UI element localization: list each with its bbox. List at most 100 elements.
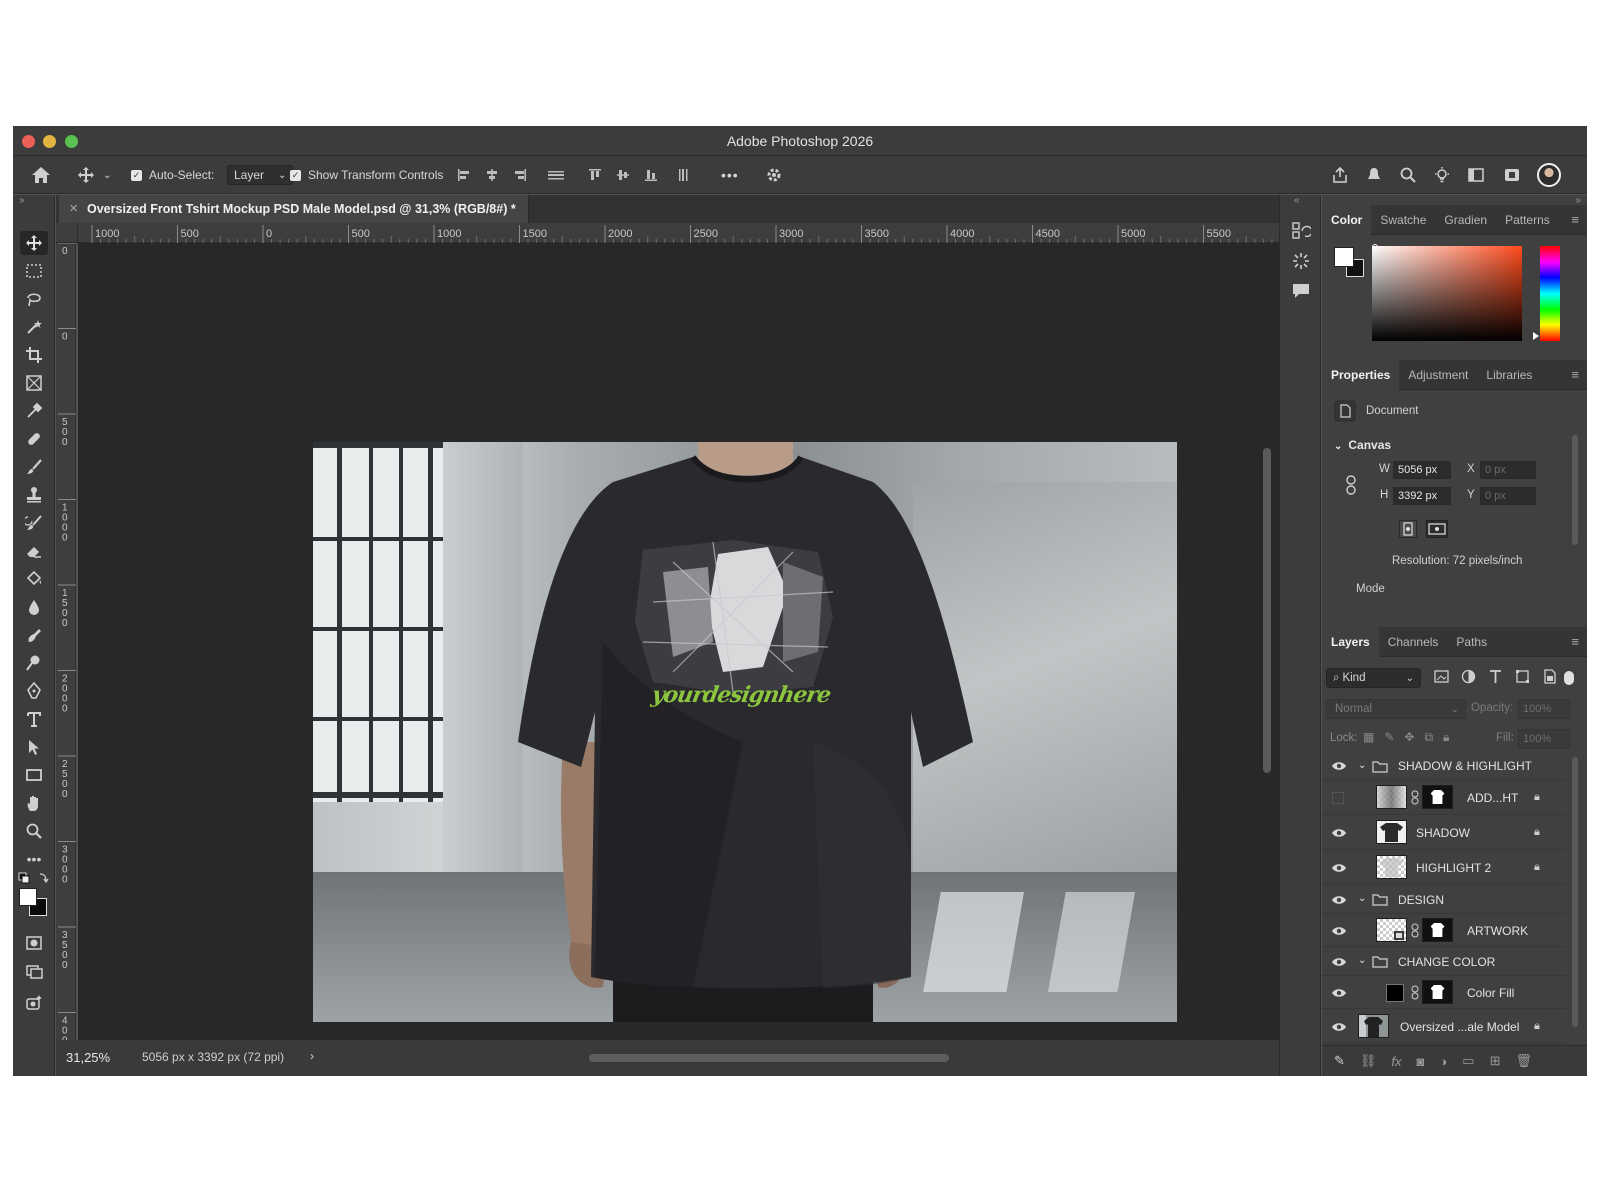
tab-color[interactable]: Color	[1322, 204, 1372, 235]
portrait-orientation-button[interactable]	[1399, 520, 1417, 538]
type-tool[interactable]	[20, 707, 48, 731]
distribute-vertical-icon[interactable]	[676, 168, 690, 182]
lock-artboard-icon[interactable]: ⧉	[1424, 730, 1433, 745]
layer-row[interactable]: ⌄ SHADOW & HIGHLIGHT	[1322, 752, 1567, 780]
lock-position-icon[interactable]: ✥	[1404, 730, 1414, 745]
type-filter-icon[interactable]	[1488, 669, 1503, 684]
image-filter-icon[interactable]	[1434, 669, 1449, 684]
quick-mask-button[interactable]	[20, 931, 48, 955]
color-picker-field[interactable]	[1372, 246, 1522, 341]
opacity-field[interactable]: 100%	[1518, 699, 1570, 719]
smart-object-filter-icon[interactable]	[1542, 669, 1557, 684]
align-left-icon[interactable]	[457, 168, 471, 182]
tab-gradients[interactable]: Gradien	[1435, 205, 1496, 235]
auto-select-dropdown[interactable]: Layer ⌄	[227, 165, 294, 185]
document-image[interactable]: yourdesignhere	[313, 442, 1177, 1022]
history-panel-button[interactable]	[1291, 221, 1313, 246]
home-button[interactable]	[31, 156, 51, 194]
tab-swatches[interactable]: Swatche	[1371, 205, 1435, 235]
adjustment-layer-icon[interactable]: ◑	[1439, 1054, 1447, 1069]
eye-icon[interactable]	[1331, 1021, 1347, 1033]
color-panel-swatches[interactable]	[1334, 247, 1368, 281]
search-icon[interactable]	[1399, 166, 1417, 184]
layer-row[interactable]: ARTWORK	[1322, 914, 1567, 947]
brush-icon[interactable]: ✎	[1334, 1053, 1345, 1069]
filter-toggle[interactable]	[1564, 671, 1574, 685]
layers-scrollbar[interactable]	[1572, 757, 1578, 1027]
canvas-x-field[interactable]: 0 px	[1480, 461, 1536, 479]
panel-menu-icon[interactable]: ≡	[1571, 212, 1587, 227]
hand-tool[interactable]	[20, 791, 48, 815]
canvas-y-field[interactable]: 0 px	[1480, 487, 1536, 505]
lightbulb-icon[interactable]	[1433, 166, 1451, 184]
vertical-scroll-thumb[interactable]	[1263, 448, 1271, 773]
canvas-height-field[interactable]: 3392 px	[1393, 487, 1451, 505]
layer-row[interactable]: ⌄ CHANGE COLOR	[1322, 947, 1567, 976]
link-icon[interactable]	[1411, 790, 1419, 805]
lock-transparency-icon[interactable]: ▦	[1363, 730, 1374, 745]
trash-icon[interactable]: 🗑︎	[1515, 1053, 1532, 1069]
eye-icon[interactable]	[1331, 760, 1347, 772]
default-colors-icon[interactable]	[18, 871, 50, 885]
healing-brush-tool[interactable]	[20, 427, 48, 451]
chevron-down-icon[interactable]: ⌄	[1358, 893, 1366, 904]
move-tool[interactable]	[20, 231, 48, 255]
eye-icon[interactable]	[1331, 894, 1347, 906]
new-layer-icon[interactable]: ⊞	[1490, 1053, 1501, 1069]
link-icon[interactable]	[1411, 985, 1419, 1000]
distribute-horizontal-icon[interactable]	[547, 168, 565, 182]
marquee-tool[interactable]	[20, 259, 48, 283]
brush-tool[interactable]	[20, 455, 48, 479]
layer-filter-dropdown[interactable]: ⌕ Kind ⌄	[1326, 668, 1421, 688]
align-middle-icon[interactable]	[616, 168, 630, 182]
foreground-color-swatch[interactable]	[19, 888, 37, 906]
path-selection-tool[interactable]	[20, 735, 48, 759]
fx-icon[interactable]: fx	[1391, 1054, 1401, 1069]
align-bottom-icon[interactable]	[644, 168, 658, 182]
magic-wand-tool[interactable]	[20, 315, 48, 339]
canvas-section-header[interactable]: ⌄ Canvas	[1334, 438, 1391, 452]
zoom-tool[interactable]	[20, 819, 48, 843]
layer-row[interactable]: HIGHLIGHT 2 🔒︎	[1322, 850, 1567, 885]
hue-slider-handle[interactable]	[1533, 332, 1539, 340]
fill-field[interactable]: 100%	[1518, 729, 1570, 749]
generative-tool-button[interactable]	[20, 991, 48, 1015]
horizontal-scroll-thumb[interactable]	[589, 1054, 949, 1062]
history-brush-tool[interactable]	[20, 511, 48, 535]
tab-patterns[interactable]: Patterns	[1496, 205, 1559, 235]
actions-panel-button[interactable]	[1291, 251, 1311, 276]
adjustment-filter-icon[interactable]	[1461, 669, 1476, 684]
tab-adjustments[interactable]: Adjustment	[1399, 360, 1477, 390]
canvas-area[interactable]: yourdesignhere	[78, 243, 1256, 1040]
layer-mask-thumbnail[interactable]	[1422, 918, 1453, 942]
link-layers-icon[interactable]: ⛓︎	[1360, 1053, 1377, 1069]
horizontal-ruler[interactable]: 1000 500 0 500 1000 1500 2000 2500 3000 3500 4000 4…	[78, 223, 1281, 243]
fill-color-thumbnail[interactable]	[1386, 984, 1404, 1002]
new-group-icon[interactable]: ▭	[1462, 1053, 1474, 1069]
tab-paths[interactable]: Paths	[1447, 627, 1496, 657]
tab-channels[interactable]: Channels	[1379, 627, 1448, 657]
pen-tool[interactable]	[20, 679, 48, 703]
tab-layers[interactable]: Layers	[1322, 626, 1379, 657]
layer-mask-thumbnail[interactable]	[1422, 785, 1453, 809]
layer-row[interactable]: ⌄ DESIGN	[1322, 885, 1567, 914]
more-options-button[interactable]: •••	[721, 156, 739, 194]
crop-tool[interactable]	[20, 343, 48, 367]
add-mask-icon[interactable]: ◙	[1417, 1054, 1425, 1069]
eyedropper-tool[interactable]	[20, 399, 48, 423]
eye-icon[interactable]	[1331, 987, 1347, 999]
blend-mode-dropdown[interactable]: Normal ⌄	[1326, 699, 1466, 719]
close-tab-icon[interactable]: ✕	[69, 202, 78, 215]
eye-icon[interactable]	[1331, 956, 1347, 968]
layer-row[interactable]: Oversized ...ale Model 🔒︎	[1322, 1009, 1567, 1044]
zoom-level[interactable]: 31,25%	[66, 1050, 110, 1065]
auto-select-checkbox[interactable]: ✓ Auto-Select:	[131, 156, 214, 194]
screen-mode-button[interactable]	[20, 959, 48, 983]
color-picker-cursor[interactable]	[1372, 244, 1378, 250]
shape-filter-icon[interactable]	[1515, 669, 1530, 684]
align-top-icon[interactable]	[588, 168, 602, 182]
move-tool-preset[interactable]: ⌄	[77, 156, 111, 194]
panel-menu-icon[interactable]: ≡	[1571, 367, 1587, 382]
lock-pixels-icon[interactable]: ✎	[1384, 730, 1394, 745]
settings-button[interactable]	[765, 156, 783, 194]
